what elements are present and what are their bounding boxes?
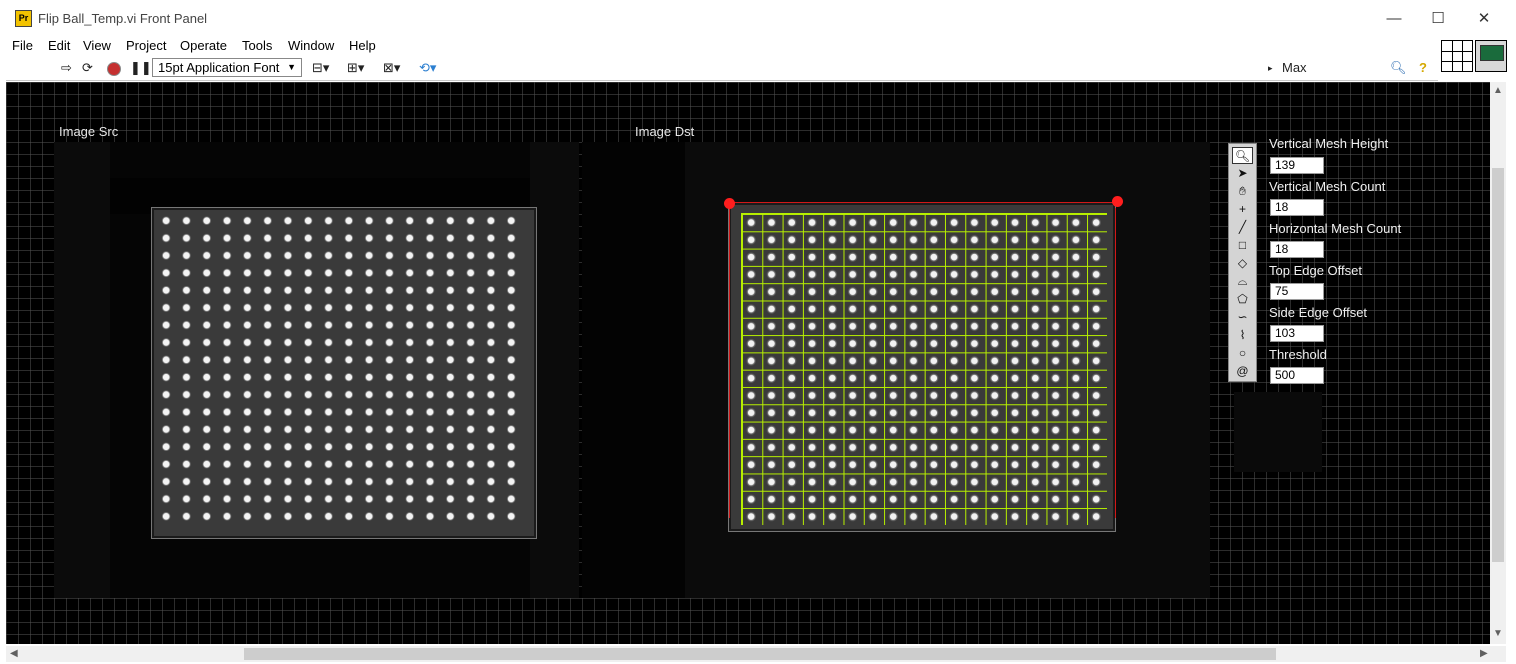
top-edge-offset-input[interactable]: 75 — [1270, 283, 1324, 300]
rectangle-icon[interactable]: □ — [1232, 237, 1253, 254]
search-expand-icon: ▸ — [1268, 63, 1273, 73]
horizontal-mesh-count-label: Horizontal Mesh Count — [1269, 221, 1402, 236]
connector-pane[interactable] — [1441, 40, 1473, 72]
rotated-rect-icon[interactable]: ◇ — [1232, 255, 1253, 272]
menu-view[interactable]: View — [83, 37, 111, 57]
roi-top-edge — [730, 202, 1118, 203]
solder-ball-array — [156, 212, 522, 525]
roi-corner-marker[interactable] — [724, 198, 735, 209]
broken-line-icon[interactable]: ⌇ — [1232, 327, 1253, 344]
scroll-up-icon[interactable]: ▲ — [1493, 85, 1503, 96]
window-title: Flip Ball_Temp.vi Front Panel — [38, 11, 208, 26]
inspection-mesh-grid — [741, 213, 1107, 525]
top-edge-offset-label: Top Edge Offset — [1269, 263, 1362, 278]
spiral-icon[interactable]: @ — [1232, 363, 1253, 380]
annulus-icon[interactable]: ⌓ — [1232, 273, 1253, 290]
side-edge-offset-input[interactable]: 103 — [1270, 325, 1324, 342]
roi-tools-palette: 🔍︎ ➤ ✋︎ + ╱ □ ◇ ⌓ ⬠ ∽ ⌇ ○ @ — [1228, 143, 1257, 382]
image-src-display[interactable] — [54, 142, 579, 598]
chip-image-dst — [728, 202, 1116, 532]
point-icon[interactable]: + — [1232, 201, 1253, 218]
image-src-label: Image Src — [59, 124, 119, 139]
vertical-mesh-count-label: Vertical Mesh Count — [1269, 179, 1386, 194]
font-select[interactable]: 15pt Application Font ▼ — [152, 58, 302, 77]
scroll-down-icon[interactable]: ▼ — [1493, 628, 1503, 639]
vertical-mesh-count-input[interactable]: 18 — [1270, 199, 1324, 216]
reorder-icon[interactable]: ⟲▾ — [419, 60, 436, 76]
threshold-label: Threshold — [1269, 347, 1327, 362]
horizontal-mesh-count-input[interactable]: 18 — [1270, 241, 1324, 258]
abort-icon[interactable] — [107, 62, 121, 76]
horizontal-scroll-thumb[interactable] — [244, 648, 1276, 660]
roi-left-edge — [729, 208, 730, 518]
scroll-left-icon[interactable]: ◀ — [10, 648, 18, 659]
menu-window[interactable]: Window — [288, 37, 334, 57]
search-icon[interactable]: 🔍︎ — [1390, 60, 1407, 76]
distribute-objects-icon[interactable]: ⊞▾ — [347, 60, 364, 76]
menu-tools[interactable]: Tools — [242, 37, 272, 57]
freehand-icon[interactable]: ∽ — [1232, 309, 1253, 326]
menu-bar: File Edit View Project Operate Tools Win… — [0, 37, 1516, 57]
resize-objects-icon[interactable]: ⊠▾ — [383, 60, 400, 76]
menu-operate[interactable]: Operate — [180, 37, 227, 57]
oval-icon[interactable]: ○ — [1232, 345, 1253, 362]
image-dst-label: Image Dst — [635, 124, 695, 139]
pause-icon[interactable]: ❚❚ — [130, 60, 152, 76]
roi-corner-marker[interactable] — [1112, 196, 1123, 207]
title-bar: Pr Flip Ball_Temp.vi Front Panel — ☐ ✕ — [0, 0, 1516, 37]
line-icon[interactable]: ╱ — [1232, 219, 1253, 236]
vertical-mesh-height-input[interactable]: 139 — [1270, 157, 1324, 174]
vi-icon[interactable] — [1475, 40, 1507, 72]
align-objects-icon[interactable]: ⊟▾ — [312, 60, 329, 76]
font-select-value: 15pt Application Font — [158, 60, 280, 75]
zoom-icon[interactable]: 🔍︎ — [1232, 147, 1253, 164]
menu-file[interactable]: File — [12, 37, 33, 57]
search-input[interactable]: Max — [1282, 58, 1382, 77]
vertical-mesh-height-label: Vertical Mesh Height — [1269, 136, 1389, 151]
close-button[interactable]: ✕ — [1461, 6, 1507, 32]
side-edge-offset-label: Side Edge Offset — [1269, 305, 1368, 320]
menu-project[interactable]: Project — [126, 37, 166, 57]
threshold-input[interactable]: 500 — [1270, 367, 1324, 384]
selection-arrow-icon[interactable]: ➤ — [1232, 165, 1253, 182]
run-arrow-icon[interactable]: ⇨ — [61, 60, 72, 76]
front-panel: Image Src Image Dst 🔍︎ ➤ ✋︎ + ╱ □ ◇ ⌓ ⬠ … — [6, 82, 1490, 644]
run-continuously-icon[interactable]: ⟳ — [82, 60, 93, 76]
labview-app-icon: Pr — [15, 10, 32, 27]
help-icon[interactable]: ? — [1419, 60, 1427, 76]
pan-hand-icon[interactable]: ✋︎ — [1232, 183, 1253, 200]
minimize-button[interactable]: — — [1371, 6, 1417, 32]
roi-right-edge — [1115, 208, 1116, 518]
chevron-down-icon: ▼ — [287, 62, 296, 72]
maximize-button[interactable]: ☐ — [1415, 6, 1461, 32]
scroll-right-icon[interactable]: ▶ — [1480, 648, 1488, 659]
image-dst-display[interactable] — [582, 142, 1210, 598]
vertical-scroll-thumb[interactable] — [1492, 168, 1504, 562]
menu-edit[interactable]: Edit — [48, 37, 70, 57]
toolbar: ⇨ ⟳ ❚❚ 15pt Application Font ▼ ⊟▾ ⊞▾ ⊠▾ … — [6, 57, 1438, 81]
polygon-icon[interactable]: ⬠ — [1232, 291, 1253, 308]
menu-help[interactable]: Help — [349, 37, 376, 57]
chip-image-src — [151, 207, 537, 539]
